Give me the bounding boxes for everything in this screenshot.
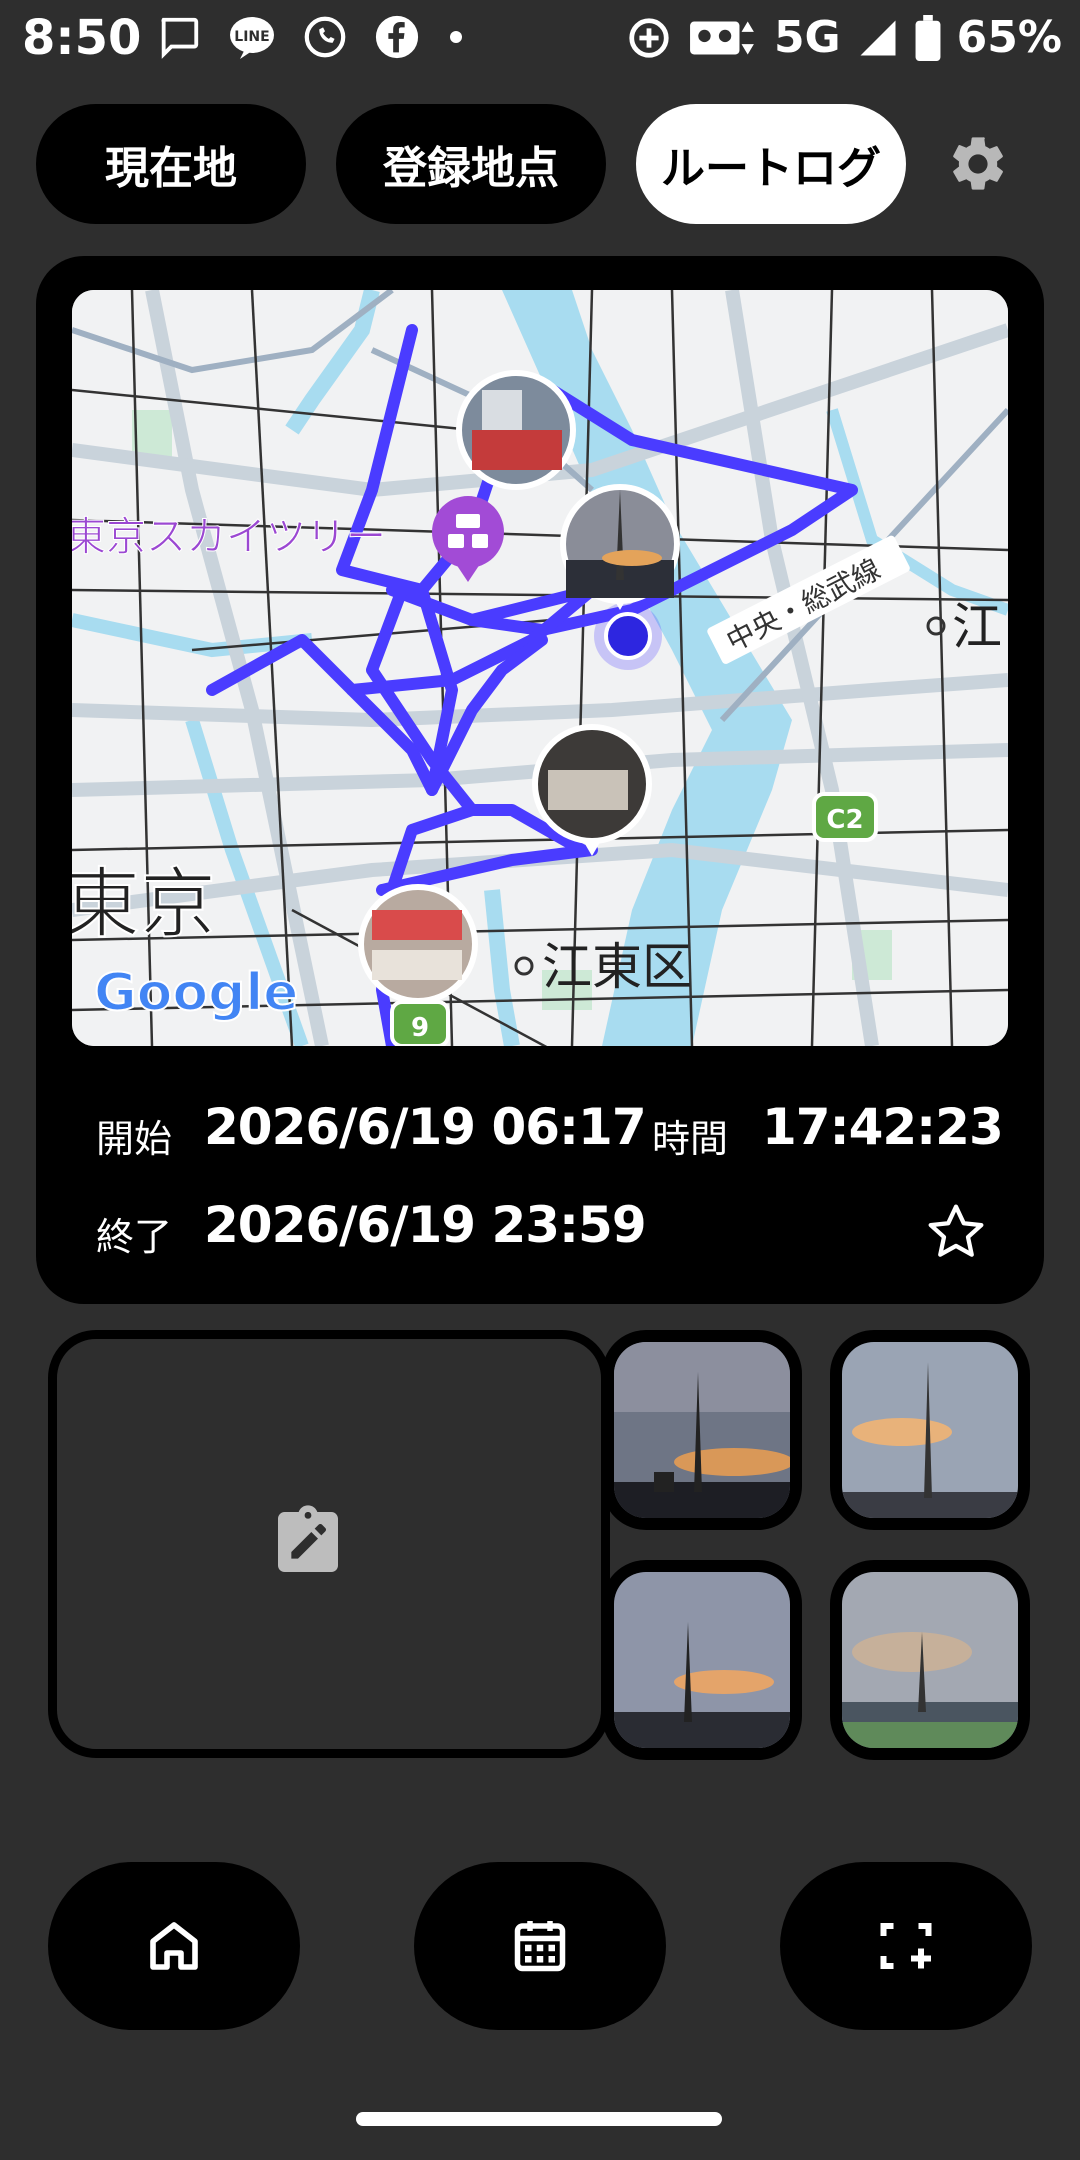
svg-text:LINE: LINE (234, 29, 269, 45)
photo-thumb-4[interactable] (830, 1560, 1030, 1760)
map-label-skytree: 東京スカイツリー (72, 514, 386, 560)
calendar-button[interactable] (414, 1862, 666, 2030)
photo-thumb-2[interactable] (830, 1330, 1030, 1530)
whatsapp-icon (304, 16, 346, 58)
data-saver-icon (629, 17, 669, 58)
end-label: 終了 (96, 1215, 173, 1259)
calendar-icon (514, 1921, 566, 1972)
map-label-tokyo: 東京 (72, 859, 216, 948)
network-type: 5G (773, 12, 841, 63)
photo-thumb-1[interactable] (602, 1330, 802, 1530)
duration-label: 時間 (652, 1117, 729, 1161)
map-label-koto-right: 江 (952, 598, 1002, 656)
photo-marker-bus[interactable] (456, 370, 576, 490)
start-label: 開始 (96, 1117, 173, 1161)
status-time: 8:50 (22, 10, 142, 66)
add-frame-button[interactable] (780, 1862, 1032, 2030)
tab-route-log[interactable]: ルートログ (636, 104, 906, 224)
google-logo: Google (94, 963, 298, 1023)
cassette-icon (689, 21, 754, 54)
gesture-home-bar[interactable] (356, 2112, 722, 2126)
battery-percent: 65% (956, 12, 1062, 63)
gear-icon[interactable] (946, 132, 1010, 196)
dot-icon (450, 31, 462, 43)
tab-registered-points[interactable]: 登録地点 (336, 104, 606, 224)
clipboard-edit-icon (278, 1505, 338, 1572)
home-button[interactable] (48, 1862, 300, 2030)
photo-marker-store[interactable] (358, 884, 478, 1004)
map-shield-c2: C2 (826, 805, 863, 835)
map-canvas: 東京スカイツリー 中央・総武線 東京 江東区 江 C2 9 Google (72, 290, 1008, 1046)
end-value: 2026/6/19 23:59 (204, 1196, 647, 1254)
signal-icon (860, 20, 896, 55)
tab-current-location[interactable]: 現在地 (36, 104, 306, 224)
route-map[interactable]: 東京スカイツリー 中央・総武線 東京 江東区 江 C2 9 Google (72, 290, 1008, 1046)
duration-value: 17:42:23 (762, 1098, 1004, 1156)
photo-marker-skytree[interactable] (560, 484, 680, 610)
line-icon: LINE (230, 17, 274, 59)
facebook-icon (375, 15, 419, 59)
status-bar: 8:50 LINE 5G 65% (0, 0, 1080, 80)
add-frame-icon (880, 1923, 932, 1969)
home-icon (150, 1922, 198, 1970)
map-label-koto: 江東区 (542, 938, 692, 996)
battery-icon (915, 14, 941, 61)
star-icon[interactable] (924, 1200, 988, 1264)
map-shield-9: 9 (411, 1013, 429, 1043)
message-icon (161, 17, 199, 59)
start-value: 2026/6/19 06:17 (204, 1098, 647, 1156)
photo-thumb-3[interactable] (602, 1560, 802, 1760)
